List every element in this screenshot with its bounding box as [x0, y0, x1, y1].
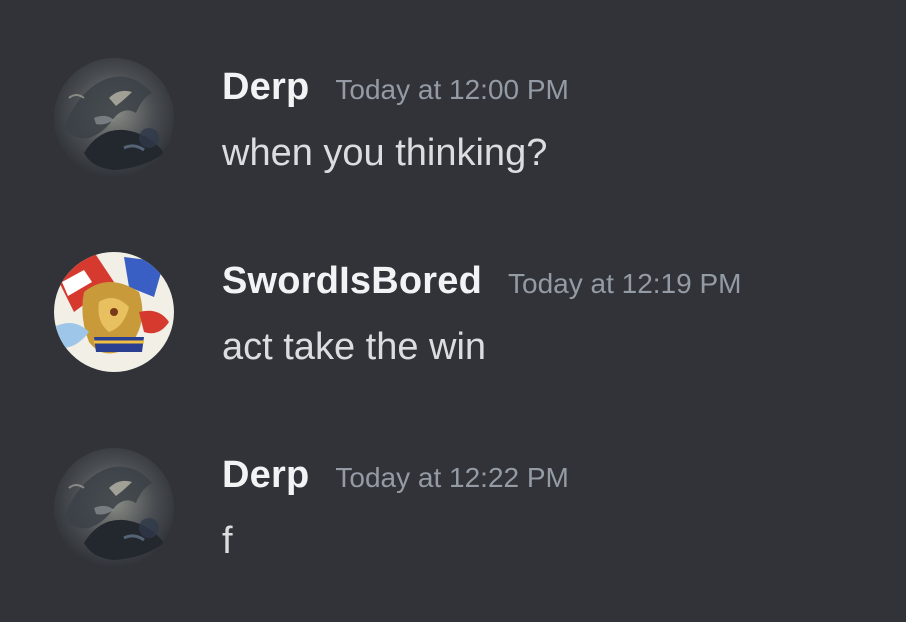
message-header: SwordIsBored Today at 12:19 PM [222, 260, 741, 303]
message-item[interactable]: SwordIsBored Today at 12:19 PM act take … [0, 236, 906, 386]
message-header: Derp Today at 12:22 PM [222, 454, 569, 497]
username[interactable]: SwordIsBored [222, 260, 482, 303]
user-avatar[interactable] [54, 58, 174, 178]
message-item[interactable]: Derp Today at 12:00 PM when you thinking… [0, 42, 906, 192]
dark-creature-avatar-icon [54, 58, 174, 178]
dark-creature-avatar-icon [54, 448, 174, 568]
colorful-creature-avatar-icon [54, 252, 174, 372]
timestamp: Today at 12:19 PM [508, 268, 742, 299]
message-content: act take the win [222, 326, 487, 368]
message-content: f [222, 520, 233, 562]
chat-message-list: Derp Today at 12:00 PM when you thinking… [0, 0, 906, 622]
timestamp: Today at 12:00 PM [335, 74, 569, 105]
user-avatar[interactable] [54, 448, 174, 568]
message-item[interactable]: Derp Today at 12:22 PM f [0, 432, 906, 582]
timestamp: Today at 12:22 PM [335, 462, 569, 493]
username[interactable]: Derp [222, 454, 309, 497]
message-header: Derp Today at 12:00 PM [222, 66, 569, 109]
message-content: when you thinking? [222, 132, 548, 174]
user-avatar[interactable] [54, 252, 174, 372]
username[interactable]: Derp [222, 66, 309, 109]
